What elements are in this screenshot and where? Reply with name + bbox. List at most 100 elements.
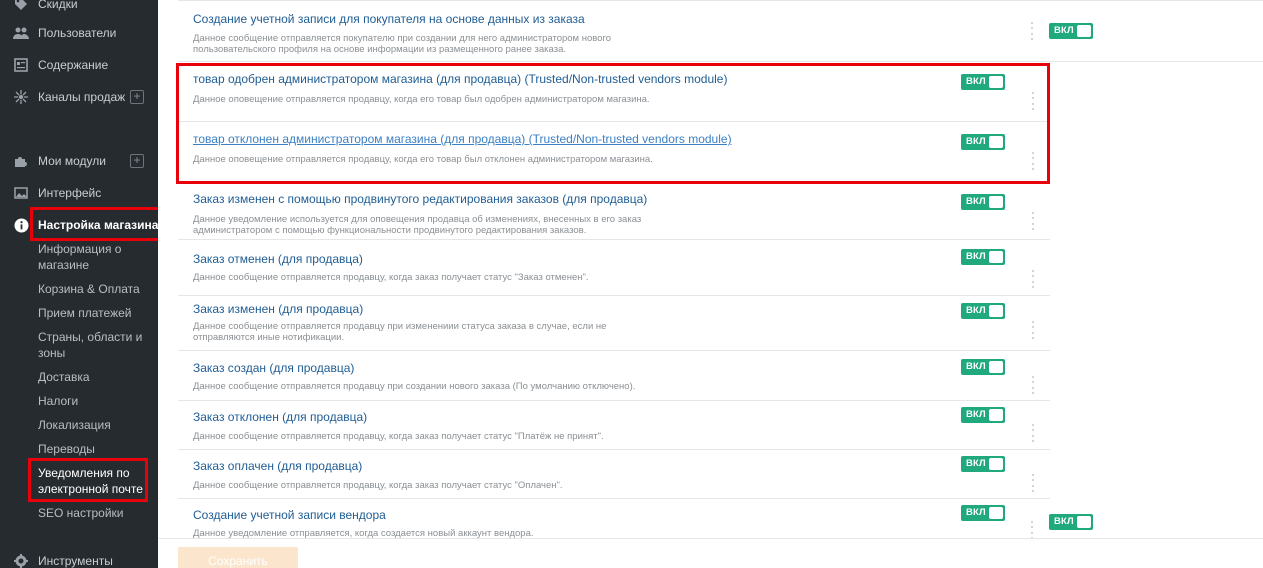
sidebar-item-label: Мои модули: [38, 154, 106, 168]
status-toggle[interactable]: ВКЛ: [961, 249, 1005, 265]
notification-description: Данное уведомление используется для опов…: [193, 214, 642, 236]
more-actions-icon[interactable]: [1032, 152, 1035, 170]
toggle-label: ВКЛ: [966, 196, 986, 207]
toggle-knob: [1077, 25, 1091, 37]
sidebar-subitem-localization[interactable]: Локализация: [38, 417, 153, 433]
sidebar-subitem-cart-payment[interactable]: Корзина & Оплата: [38, 281, 153, 297]
status-toggle[interactable]: ВКЛ: [961, 505, 1005, 521]
sidebar-subitem-store-info[interactable]: Информация о магазине: [38, 241, 153, 273]
toggle-label: ВКЛ: [1054, 516, 1074, 527]
sidebar-item-users[interactable]: Пользователи: [0, 22, 158, 44]
sidebar-item-my-modules[interactable]: Мои модули +: [0, 150, 158, 172]
notifications-list: Создание учетной записи для покупателя н…: [158, 0, 1263, 568]
notification-title[interactable]: Создание учетной записи вендора: [193, 508, 386, 522]
sidebar-subitem-translations[interactable]: Переводы: [38, 441, 153, 457]
sidebar-subitem-taxes[interactable]: Налоги: [38, 393, 153, 409]
sidebar: Скидки Пользователи Содержание Каналы пр…: [0, 0, 162, 568]
sidebar-subitem-countries[interactable]: Страны, области и зоны: [38, 329, 153, 361]
content-icon: [13, 57, 29, 73]
sidebar-item-label: Содержание: [38, 58, 109, 72]
status-toggle[interactable]: ВКЛ: [961, 74, 1005, 90]
status-toggle-secondary[interactable]: ВКЛ: [1049, 514, 1093, 530]
sidebar-item-tools[interactable]: Инструменты: [0, 550, 158, 568]
notification-description: Данное сообщение отправляется продавцу, …: [193, 480, 563, 491]
list-item: Создание учетной записи для покупателя н…: [178, 0, 1263, 62]
sidebar-subitem-payment-methods[interactable]: Прием платежей: [38, 305, 153, 321]
list-item: товар одобрен администратором магазина (…: [178, 62, 1050, 122]
toggle-knob: [989, 458, 1003, 470]
notification-title[interactable]: Заказ оплачен (для продавца): [193, 459, 362, 473]
more-actions-icon[interactable]: [1032, 321, 1035, 339]
sidebar-item-label: Инструменты: [38, 554, 113, 568]
users-icon: [13, 25, 29, 41]
list-item: Создание учетной записи вендора Данное у…: [178, 499, 1263, 539]
list-item: Заказ изменен с помощью продвинутого ред…: [178, 182, 1050, 240]
status-toggle[interactable]: ВКЛ: [961, 456, 1005, 472]
sidebar-item-store-settings[interactable]: Настройка магазина: [0, 214, 158, 236]
toggle-knob: [989, 196, 1003, 208]
sidebar-item-label: Каналы продаж: [38, 90, 126, 104]
toggle-label: ВКЛ: [966, 458, 986, 469]
toggle-knob: [989, 76, 1003, 88]
more-actions-icon[interactable]: [1032, 474, 1035, 492]
toggle-label: ВКЛ: [966, 507, 986, 518]
toggle-label: ВКЛ: [966, 76, 986, 87]
more-actions-icon[interactable]: [1032, 424, 1035, 442]
notification-description: Данное сообщение отправляется продавцу, …: [193, 272, 589, 283]
toggle-label: ВКЛ: [966, 136, 986, 147]
status-toggle[interactable]: ВКЛ: [961, 194, 1005, 210]
list-item: Заказ оплачен (для продавца) Данное сооб…: [178, 450, 1050, 499]
footer-bar: Сохранить: [158, 538, 1263, 568]
more-actions-icon[interactable]: [1031, 521, 1034, 539]
status-toggle[interactable]: ВКЛ: [1049, 23, 1093, 39]
expand-plus-icon[interactable]: +: [130, 90, 144, 104]
list-item: Заказ отменен (для продавца) Данное сооб…: [178, 240, 1050, 296]
status-toggle[interactable]: ВКЛ: [961, 303, 1005, 319]
notification-description: Данное оповещение отправляется продавцу,…: [193, 154, 653, 165]
sidebar-item-content[interactable]: Содержание: [0, 54, 158, 76]
sidebar-item-discounts[interactable]: Скидки: [0, 0, 158, 15]
notification-title[interactable]: Заказ создан (для продавца): [193, 361, 354, 375]
toggle-label: ВКЛ: [966, 251, 986, 262]
more-actions-icon[interactable]: [1031, 22, 1034, 40]
expand-plus-icon[interactable]: +: [130, 154, 144, 168]
status-toggle[interactable]: ВКЛ: [961, 359, 1005, 375]
notification-title[interactable]: Заказ отменен (для продавца): [193, 252, 363, 266]
status-toggle[interactable]: ВКЛ: [961, 407, 1005, 423]
sidebar-subitem-email-notifications[interactable]: Уведомления по электронной почте: [38, 465, 153, 497]
notification-title[interactable]: товар отклонен администратором магазина …: [193, 132, 732, 146]
more-actions-icon[interactable]: [1032, 212, 1035, 230]
toggle-knob: [1077, 516, 1091, 528]
sidebar-item-label: Настройка магазина: [38, 218, 159, 232]
notification-description: Данное сообщение отправляется продавцу, …: [193, 431, 604, 442]
tag-icon: [13, 0, 29, 12]
info-icon: [13, 217, 29, 233]
toggle-label: ВКЛ: [966, 305, 986, 316]
more-actions-icon[interactable]: [1032, 270, 1035, 288]
notification-title[interactable]: Заказ изменен с помощью продвинутого ред…: [193, 192, 647, 206]
toggle-knob: [989, 251, 1003, 263]
sidebar-item-sales-channels[interactable]: Каналы продаж +: [0, 86, 158, 108]
toggle-knob: [989, 361, 1003, 373]
sidebar-item-interface[interactable]: Интерфейс: [0, 182, 158, 204]
toggle-knob: [989, 409, 1003, 421]
sidebar-item-label: Пользователи: [38, 26, 117, 40]
sidebar-subitem-shipping[interactable]: Доставка: [38, 369, 153, 385]
list-item: Заказ изменен (для продавца) Данное сооб…: [178, 296, 1050, 351]
notification-title[interactable]: Заказ отклонен (для продавца): [193, 410, 367, 424]
toggle-knob: [989, 136, 1003, 148]
list-item: товар отклонен администратором магазина …: [178, 122, 1050, 182]
notification-title[interactable]: товар одобрен администратором магазина (…: [193, 72, 727, 86]
more-actions-icon[interactable]: [1032, 376, 1035, 394]
list-item: Заказ создан (для продавца) Данное сообщ…: [178, 351, 1050, 401]
save-button[interactable]: Сохранить: [178, 547, 298, 568]
notification-title[interactable]: Создание учетной записи для покупателя н…: [193, 12, 585, 26]
notification-description: Данное сообщение отправляется продавцу п…: [193, 381, 636, 392]
toggle-label: ВКЛ: [966, 361, 986, 372]
status-toggle[interactable]: ВКЛ: [961, 134, 1005, 150]
more-actions-icon[interactable]: [1032, 92, 1035, 110]
notification-description: Данное оповещение отправляется продавцу,…: [193, 94, 650, 105]
notification-title[interactable]: Заказ изменен (для продавца): [193, 302, 363, 316]
toggle-label: ВКЛ: [966, 409, 986, 420]
sidebar-subitem-seo[interactable]: SEO настройки: [38, 505, 153, 521]
